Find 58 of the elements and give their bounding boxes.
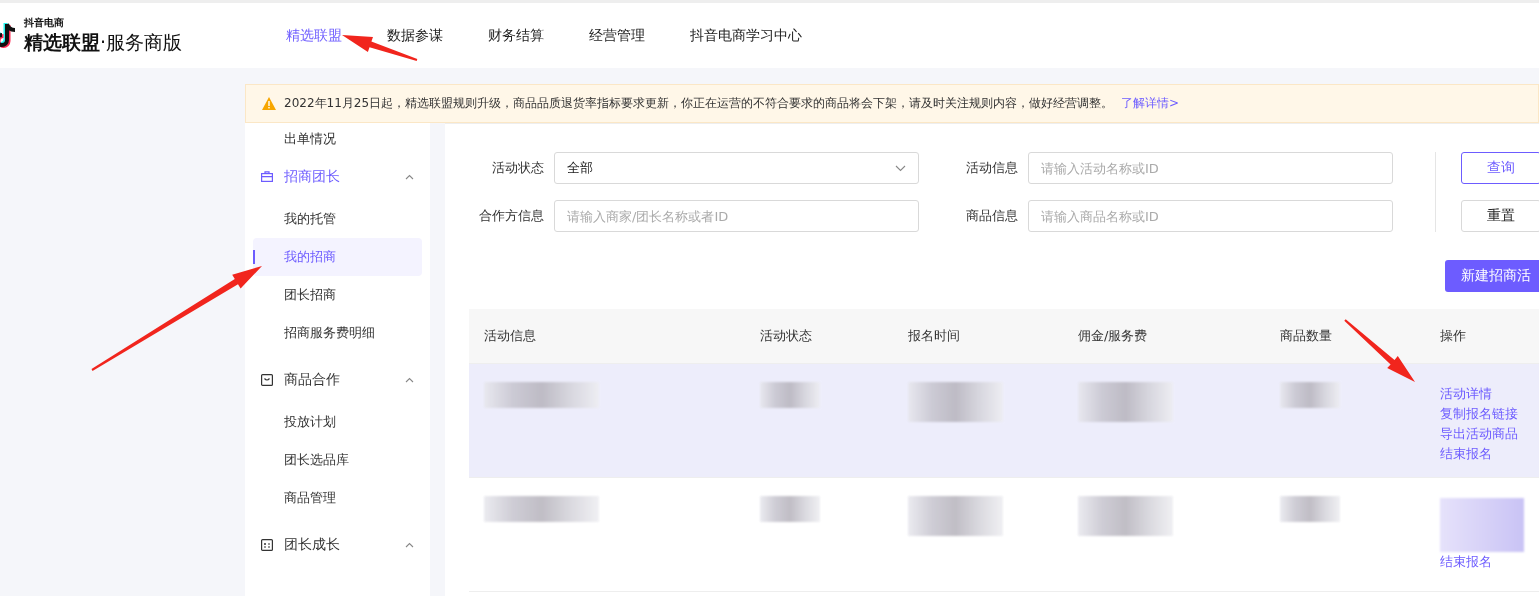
sidebar-group[interactable]: 招商团长: [253, 153, 422, 200]
column-header: 活动信息: [469, 309, 745, 364]
sidebar-group[interactable]: 团长成长: [253, 521, 422, 568]
sidebar-item[interactable]: 招商服务费明细: [253, 314, 422, 352]
sidebar-item[interactable]: 商品管理: [253, 479, 422, 517]
sidebar-item[interactable]: 投放计划: [253, 403, 422, 441]
notice-text: 2022年11月25日起，精选联盟规则升级，商品品质退货率指标要求更新，你正在运营的不符合要求的商品将会下架，请及时关注规则内容，做好经营调整。: [284, 95, 1114, 112]
chevron-icon: [405, 541, 414, 548]
reset-button[interactable]: 重置: [1461, 200, 1539, 232]
sidebar-item[interactable]: 团长选品库: [253, 441, 422, 479]
action-link[interactable]: 结束报名: [1440, 552, 1492, 572]
sidebar-group[interactable]: 商品合作: [253, 356, 422, 403]
table-row[interactable]: 活动详情 复制报名链接 导出活动商品 结束报名: [469, 363, 1539, 478]
input-field[interactable]: 请输入商品名称或ID: [1028, 200, 1393, 232]
column-header: 报名时间: [893, 309, 1063, 364]
status-select[interactable]: 全部: [554, 152, 919, 184]
query-button[interactable]: 查询: [1461, 152, 1539, 184]
column-header: 操作: [1425, 309, 1539, 364]
action-link[interactable]: 结束报名: [1440, 444, 1492, 464]
nav-tab[interactable]: 数据参谋: [387, 26, 488, 45]
input-field[interactable]: 请输入商家/团长名称或者ID: [554, 200, 919, 232]
logo-subtitle: 抖音电商: [24, 15, 65, 30]
sidebar-item[interactable]: 我的招商: [253, 238, 422, 276]
logo-icon: [0, 21, 18, 50]
sidebar-item[interactable]: 出单情况: [284, 130, 336, 145]
sidebar-item[interactable]: 我的托管: [253, 200, 422, 238]
action-link[interactable]: 复制报名链接: [1440, 404, 1518, 424]
input-field[interactable]: 请输入活动名称或ID: [1028, 152, 1393, 184]
action-link[interactable]: 导出活动商品: [1440, 424, 1518, 444]
filter-label: 商品信息: [965, 207, 1019, 225]
nav-tab[interactable]: 精选联盟: [286, 26, 387, 45]
filter-label: 活动信息: [965, 159, 1019, 177]
action-link[interactable]: 活动详情: [1440, 384, 1492, 404]
nav-tab[interactable]: 抖音电商学习中心: [690, 26, 847, 45]
column-header: 商品数量: [1265, 309, 1425, 364]
create-campaign-button[interactable]: 新建招商活: [1445, 260, 1539, 292]
annotation-arrow: [1344, 319, 1415, 382]
chevron-icon: [405, 173, 414, 180]
blurred-text: [760, 382, 820, 408]
table-row[interactable]: 结束报名: [469, 477, 1539, 592]
smile-box-icon: [261, 373, 273, 386]
blurred-text: [760, 496, 820, 522]
filter-label: 活动状态: [491, 159, 545, 177]
blurred-text: [1280, 382, 1340, 408]
filter-label: 合作方信息: [478, 207, 545, 225]
nav-tab[interactable]: 经营管理: [589, 26, 690, 45]
nav-tab[interactable]: 财务结算: [488, 26, 589, 45]
chevron-icon: [405, 376, 414, 383]
column-header: 佣金/服务费: [1063, 309, 1265, 364]
column-header: 活动状态: [745, 309, 893, 364]
id-card-icon: [261, 538, 273, 551]
blurred-text: [1280, 496, 1340, 522]
chevron-down-icon: [895, 164, 906, 172]
warning-icon: [262, 97, 276, 110]
learn-more-link[interactable]: 了解详情>: [1121, 95, 1180, 112]
sidebar-item[interactable]: 团长招商: [253, 276, 422, 314]
logo-title: 精选联盟·服务商版: [24, 29, 183, 55]
bag-icon: [261, 171, 273, 182]
